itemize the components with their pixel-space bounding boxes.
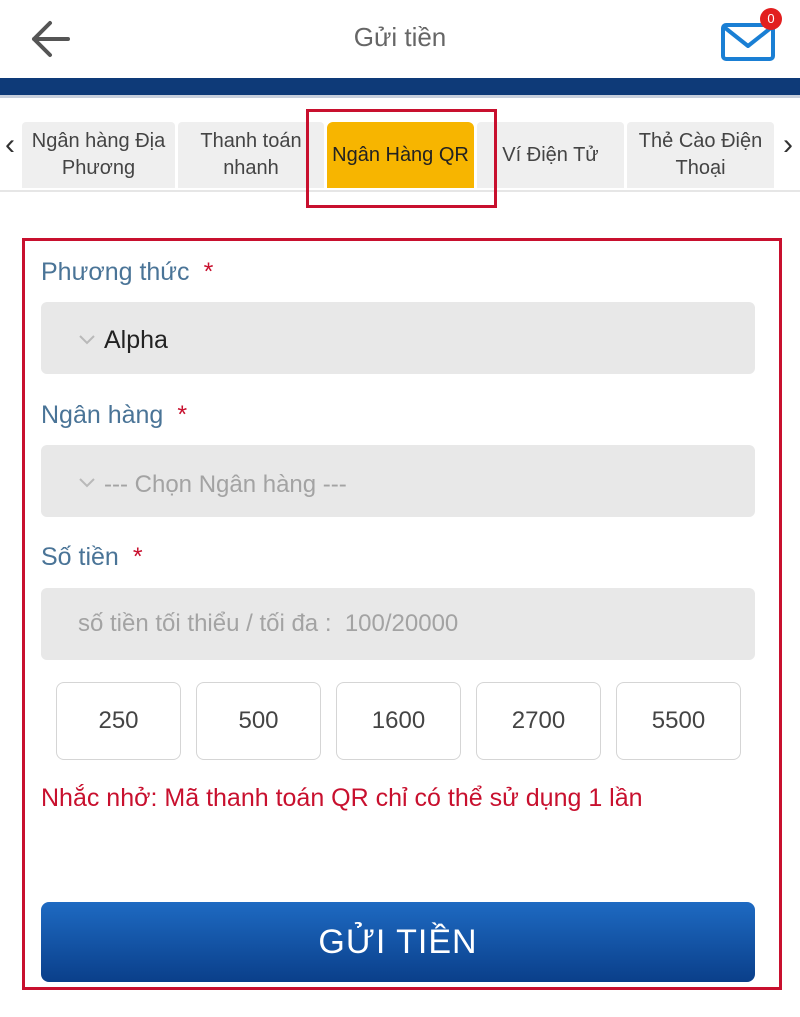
quick-amount-1600[interactable]: 1600 <box>336 682 461 760</box>
bank-select[interactable]: --- Chọn Ngân hàng --- <box>41 445 755 517</box>
quick-amount-500[interactable]: 500 <box>196 682 321 760</box>
qr-reminder-note: Nhắc nhở: Mã thanh toán QR chỉ có thể sử… <box>41 784 643 812</box>
method-select[interactable]: Alpha <box>41 302 755 374</box>
required-mark: * <box>203 258 214 286</box>
quick-amount-250[interactable]: 250 <box>56 682 181 760</box>
tabs-prev-arrow[interactable]: ‹ <box>0 128 20 162</box>
tabs-next-arrow[interactable]: › <box>778 128 798 162</box>
unread-badge: 0 <box>760 8 782 30</box>
quick-amount-group: 250 500 1600 2700 5500 <box>56 682 746 760</box>
submit-deposit-button[interactable]: GỬI TIỀN <box>41 902 755 982</box>
app-header: Gửi tiền 0 <box>0 0 800 78</box>
tab-qr-bank[interactable]: Ngân Hàng QR <box>327 122 474 188</box>
method-selected-value: Alpha <box>104 326 168 354</box>
tab-local-bank[interactable]: Ngân hàng Địa Phương <box>22 122 175 188</box>
inbox-button[interactable]: 0 <box>716 8 786 64</box>
tab-quick-pay[interactable]: Thanh toán nhanh <box>178 122 324 188</box>
bank-label-text: Ngân hàng <box>41 401 164 429</box>
required-mark: * <box>132 543 143 571</box>
amount-label-text: Số tiền <box>41 543 119 571</box>
tab-phone-card[interactable]: Thẻ Cào Điện Thoại <box>627 122 774 188</box>
bank-label: Ngân hàng * <box>41 401 187 430</box>
payment-tabs: ‹ Ngân hàng Địa Phương Thanh toán nhanh … <box>0 108 800 192</box>
method-label-text: Phương thức <box>41 258 190 286</box>
chevron-down-icon <box>79 478 95 488</box>
header-divider-bar <box>0 78 800 98</box>
amount-field[interactable] <box>41 588 755 660</box>
tab-e-wallet[interactable]: Ví Điện Tử <box>477 122 624 188</box>
quick-amount-5500[interactable]: 5500 <box>616 682 741 760</box>
bank-placeholder: --- Chọn Ngân hàng --- <box>104 471 347 498</box>
amount-input[interactable] <box>41 588 755 660</box>
amount-label: Số tiền * <box>41 543 143 572</box>
method-label: Phương thức * <box>41 258 213 287</box>
required-mark: * <box>177 401 188 429</box>
chevron-down-icon <box>79 335 95 345</box>
page-title: Gửi tiền <box>353 22 447 52</box>
quick-amount-2700[interactable]: 2700 <box>476 682 601 760</box>
